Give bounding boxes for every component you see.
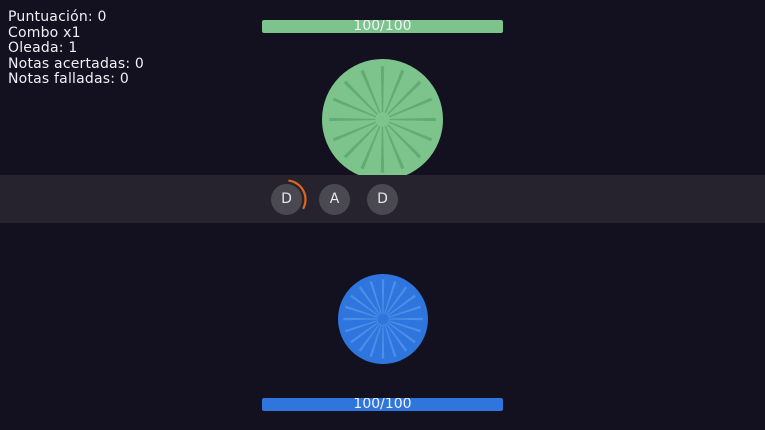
stats-panel: Puntuación: 0 Combo x1 Oleada: 1 Notas a… [8,9,144,88]
player-orb-graphic [338,274,428,364]
hits-label: Notas acertadas: 0 [8,55,144,72]
enemy-orb [322,59,443,180]
player-orb [338,274,428,364]
enemy-health-bar: 100/100 [262,20,503,33]
wave-label: Oleada: 1 [8,40,78,56]
player-health-text: 100/100 [353,398,412,411]
enemy-orb-graphic [322,59,443,180]
note-key-1: D [271,184,302,215]
player-health-bar: 100/100 [262,398,503,411]
note-lane: D A D [0,175,765,223]
combo-label: Combo x1 [8,24,81,41]
misses-label: Notas falladas: 0 [8,71,129,87]
score-label: Puntuación: 0 [8,9,107,25]
note-key-2: A [319,184,350,215]
note-key-3: D [367,184,398,215]
enemy-health-text: 100/100 [353,20,412,33]
